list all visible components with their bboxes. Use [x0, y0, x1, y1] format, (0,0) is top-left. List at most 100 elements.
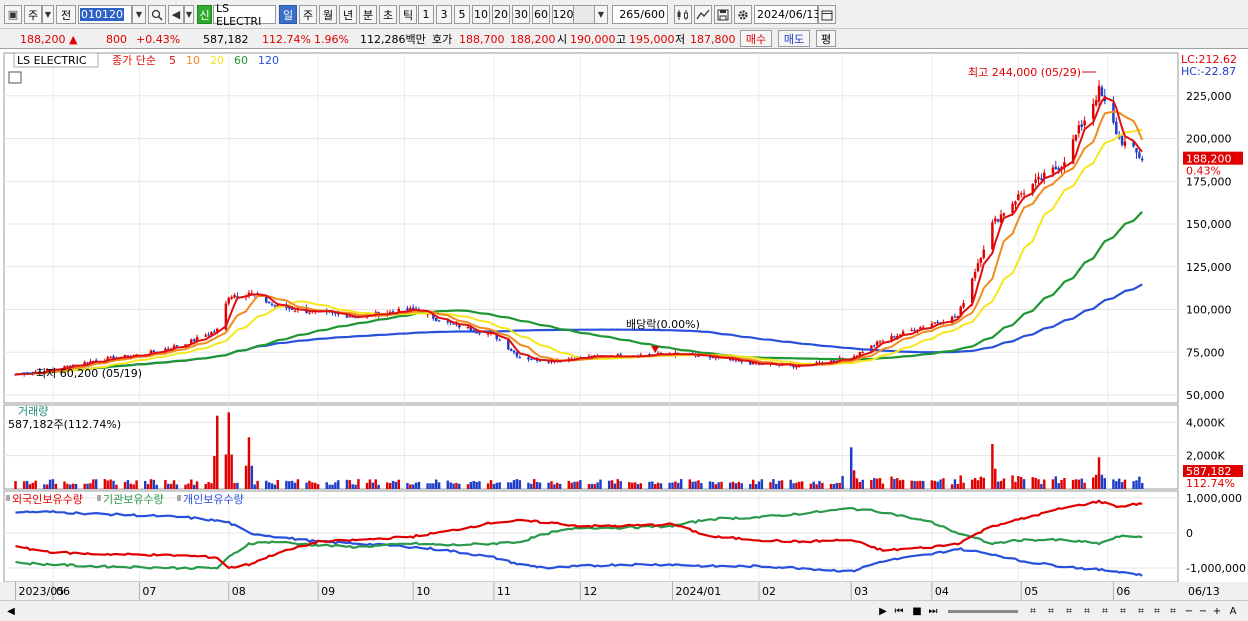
sell-button[interactable]: 매도 — [778, 30, 810, 47]
volume-bar — [135, 480, 138, 489]
interval-button-5[interactable]: 5 — [454, 5, 470, 24]
eval-button[interactable]: 평 — [816, 30, 836, 47]
rewind-icon[interactable]: ⏮ — [892, 604, 906, 618]
period-button-4[interactable]: 분 — [359, 5, 377, 24]
volume-bar — [167, 483, 170, 489]
volume-label: 거래량 — [18, 405, 48, 418]
legend-ma-20: 20 — [210, 54, 224, 67]
volume-bar — [913, 480, 916, 489]
period-button-1[interactable]: 주 — [299, 5, 317, 24]
period-button-0[interactable]: 일 — [279, 5, 297, 24]
volume-bar — [587, 484, 591, 489]
gear-icon[interactable] — [734, 5, 752, 24]
interval-button-20[interactable]: 20 — [492, 5, 510, 24]
zoom-out-icon[interactable]: − — [1182, 604, 1196, 618]
volume-bar — [530, 483, 533, 489]
buy-label: 매수 — [745, 32, 767, 46]
tool-icon-9[interactable]: ⌗ — [1166, 604, 1180, 618]
interval-button-10[interactable]: 10 — [472, 5, 490, 24]
volume-bar — [325, 482, 328, 489]
period-button-5[interactable]: 초 — [379, 5, 397, 24]
speaker-dropdown-icon[interactable]: ▼ — [184, 5, 194, 24]
volume-bar — [273, 484, 277, 489]
period-button-3[interactable]: 년 — [339, 5, 357, 24]
candle-body — [976, 263, 980, 272]
zoom-in-icon[interactable]: + — [1210, 604, 1224, 618]
high-label: 고 — [616, 33, 627, 46]
tool-icon-2[interactable]: ⌗ — [1044, 604, 1058, 618]
window-menu-icon[interactable]: ▣ — [4, 5, 22, 24]
period-button-2[interactable]: 월 — [319, 5, 337, 24]
volume-bar — [812, 481, 815, 489]
tool-icon-4[interactable]: ⌗ — [1080, 604, 1094, 618]
date-value: 2024/06/13 — [757, 8, 821, 21]
tool-icon-7[interactable]: ⌗ — [1134, 604, 1148, 618]
interval-button-120[interactable]: 120 — [552, 5, 574, 24]
zoom-slider[interactable] — [948, 610, 1018, 613]
volume-bar — [288, 481, 291, 489]
market-select[interactable]: 주 — [24, 5, 42, 24]
candle-body — [875, 341, 879, 346]
volume-bar — [607, 480, 611, 489]
chart-scrollbar[interactable]: ◀ ▶ ⏮ ■ ⏭ ⌗ ⌗ ⌗ ⌗ ⌗ ⌗ ⌗ ⌗ ⌗ − − + A — [0, 600, 1248, 621]
bar-count-field[interactable]: 265/600 — [612, 5, 668, 24]
volume-bar — [881, 483, 885, 489]
volume-bar — [92, 479, 95, 489]
buy-button[interactable]: 매수 — [740, 30, 772, 47]
period-button-6[interactable]: 틱 — [399, 5, 417, 24]
volume-bar — [668, 482, 671, 489]
volume-bar — [1071, 480, 1075, 489]
volume-bar — [308, 480, 311, 489]
stock-name-field[interactable]: LS ELECTRI — [213, 2, 276, 28]
tool-icon-8[interactable]: ⌗ — [1150, 604, 1164, 618]
candle-body — [515, 352, 519, 357]
price-tick-label: 75,000 — [1186, 346, 1225, 359]
stock-chart[interactable]: 225,000200,000175,000150,000125,000100,0… — [0, 49, 1248, 600]
market-dropdown-icon[interactable]: ▼ — [42, 5, 54, 24]
search-icon[interactable] — [148, 5, 166, 24]
candle-body — [109, 356, 112, 358]
holding-legend-marker — [6, 495, 10, 501]
tool-icon-3[interactable]: ⌗ — [1062, 604, 1076, 618]
save-icon[interactable] — [714, 5, 732, 24]
volume-bar — [547, 482, 550, 489]
code-dropdown-icon[interactable]: ▼ — [132, 5, 146, 24]
volume-bar — [956, 483, 960, 489]
stock-code-input[interactable]: 010120 — [78, 5, 132, 24]
candle-body — [996, 219, 1000, 222]
scroll-left-icon[interactable]: ◀ — [4, 604, 18, 618]
candle-body — [861, 352, 864, 354]
calendar-icon[interactable] — [818, 5, 836, 24]
font-size-icon[interactable]: A — [1226, 604, 1240, 618]
interval-dropdown-icon[interactable]: ▼ — [594, 5, 608, 24]
volume-bar — [942, 478, 945, 489]
tool-icon-5[interactable]: ⌗ — [1098, 604, 1112, 618]
volume-bar — [550, 481, 553, 489]
volume-bar — [236, 482, 239, 489]
candle-type-icon[interactable] — [674, 5, 692, 24]
speaker-icon[interactable]: ◀ — [168, 5, 184, 24]
interval-button-3[interactable]: 3 — [436, 5, 452, 24]
date-field[interactable]: 2024/06/13 — [754, 5, 821, 24]
volume-bar — [345, 479, 349, 489]
volume-bar — [740, 483, 743, 489]
tool-icon-1[interactable]: ⌗ — [1026, 604, 1040, 618]
scroll-right-icon[interactable]: ▶ — [876, 604, 890, 618]
candle-body — [1017, 194, 1020, 201]
zoom-reset-icon[interactable]: − — [1196, 604, 1210, 618]
interval-button-1[interactable]: 1 — [418, 5, 434, 24]
volume-bar — [933, 480, 936, 489]
drawing-tool-icon[interactable] — [694, 5, 712, 24]
volume-bar — [164, 479, 167, 489]
volume-bar — [507, 482, 510, 489]
stop-icon[interactable]: ■ — [910, 604, 924, 618]
current-price: 188,200 ▲ — [20, 31, 77, 47]
prev-button[interactable]: 전 — [56, 5, 76, 24]
volume-bar — [435, 479, 438, 489]
volume-bar — [754, 484, 758, 489]
interval-button-30[interactable]: 30 — [512, 5, 530, 24]
tool-icon-6[interactable]: ⌗ — [1116, 604, 1130, 618]
interval-button-60[interactable]: 60 — [532, 5, 550, 24]
volume-bar — [700, 483, 703, 489]
fast-forward-icon[interactable]: ⏭ — [926, 604, 940, 618]
